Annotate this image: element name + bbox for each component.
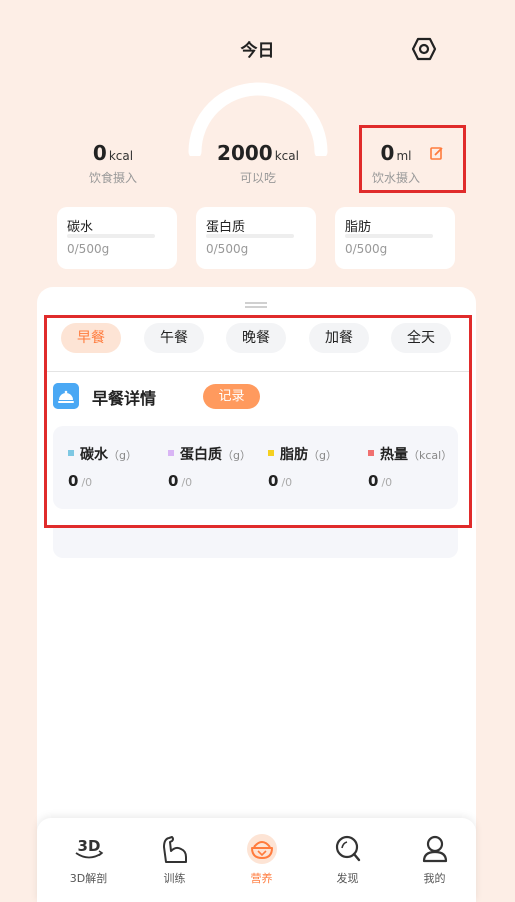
nutrient-fat: 脂肪（g） 0/0 bbox=[268, 444, 337, 490]
macro-value: 0/500g bbox=[206, 242, 249, 256]
edit-water-icon[interactable] bbox=[430, 146, 444, 160]
macro-name: 脂肪 bbox=[345, 220, 372, 235]
tab-breakfast[interactable]: 早餐 bbox=[61, 323, 121, 353]
nutrient-target: /0 bbox=[381, 476, 393, 489]
nutrient-target: /0 bbox=[81, 476, 93, 489]
nav-label: 我的 bbox=[423, 872, 446, 885]
nav-label: 发现 bbox=[336, 872, 359, 885]
macro-progress-bar bbox=[345, 234, 433, 238]
nutrient-unit: （g） bbox=[222, 449, 251, 462]
macro-value: 0/500g bbox=[345, 242, 388, 256]
nutrient-value: 0 bbox=[168, 472, 179, 490]
protein-color-square bbox=[168, 450, 174, 456]
tab-snack[interactable]: 加餐 bbox=[309, 323, 369, 353]
nutrient-unit: （g） bbox=[308, 449, 337, 462]
flexed-arm-icon bbox=[162, 836, 187, 863]
macro-progress-bar bbox=[67, 234, 155, 238]
remaining-calories-value: 2000 bbox=[217, 141, 273, 165]
water-intake-unit: ml bbox=[396, 149, 412, 163]
food-intake-value: 0 bbox=[92, 141, 107, 165]
nav-item-profile[interactable]: 我的 bbox=[391, 833, 478, 886]
record-button[interactable]: 记录 bbox=[203, 384, 260, 409]
page-title: 今日 bbox=[240, 41, 275, 61]
fat-color-square bbox=[268, 450, 274, 456]
user-profile-icon bbox=[422, 835, 447, 863]
macro-progress-bar bbox=[206, 234, 294, 238]
drag-handle[interactable] bbox=[245, 302, 267, 304]
nutrient-value: 0 bbox=[368, 472, 379, 490]
nutrient-carbs: 碳水（g） 0/0 bbox=[68, 444, 137, 490]
nutrient-unit: （kcal） bbox=[408, 449, 453, 462]
calories-color-square bbox=[368, 450, 374, 456]
nutrient-value: 0 bbox=[68, 472, 79, 490]
water-intake-value: 0 bbox=[380, 141, 395, 165]
nav-item-training[interactable]: 训练 bbox=[131, 833, 218, 886]
tab-dinner[interactable]: 晚餐 bbox=[226, 323, 286, 353]
nav-label: 营养 bbox=[250, 872, 273, 885]
nutrient-calories: 热量（kcal） 0/0 bbox=[368, 444, 452, 490]
meal-detail-title: 早餐详情 bbox=[92, 389, 157, 408]
food-list-placeholder bbox=[53, 528, 458, 558]
remaining-calories-unit: kcal bbox=[274, 149, 299, 163]
water-intake-stat[interactable]: 0 ml 饮水摄入 bbox=[356, 141, 436, 186]
food-intake-label: 饮食摄入 bbox=[88, 171, 137, 185]
macro-name: 蛋白质 bbox=[206, 220, 246, 235]
nav-label: 训练 bbox=[163, 872, 186, 885]
food-bowl-icon bbox=[246, 834, 277, 864]
nav-item-nutrition[interactable]: 营养 bbox=[218, 833, 305, 886]
remaining-calories-label: 可以吃 bbox=[239, 171, 276, 185]
nutrient-unit: （g） bbox=[108, 449, 137, 462]
nutrient-name: 蛋白质 bbox=[180, 447, 222, 463]
nutrient-name: 热量 bbox=[380, 447, 408, 463]
nav-item-discover[interactable]: 发现 bbox=[304, 833, 391, 886]
food-cloche-icon bbox=[53, 383, 79, 409]
macro-name: 碳水 bbox=[67, 220, 94, 235]
nutrient-protein: 蛋白质（g） 0/0 bbox=[168, 444, 251, 490]
macro-card-protein: 蛋白质 0/500g bbox=[196, 207, 316, 269]
tab-divider bbox=[47, 371, 469, 372]
tab-lunch[interactable]: 午餐 bbox=[144, 323, 204, 353]
carbs-color-square bbox=[68, 450, 74, 456]
nutrient-name: 脂肪 bbox=[280, 447, 308, 463]
settings-hexagon-icon[interactable] bbox=[411, 36, 437, 62]
nutrient-name: 碳水 bbox=[80, 447, 108, 463]
3d-anatomy-icon: 3D bbox=[74, 837, 103, 859]
svg-text:3D: 3D bbox=[77, 837, 100, 855]
discover-search-icon bbox=[335, 835, 360, 862]
macro-value: 0/500g bbox=[67, 242, 110, 256]
food-intake-unit: kcal bbox=[108, 149, 134, 163]
remaining-calories-stat: 2000 kcal 可以吃 bbox=[199, 141, 317, 186]
tab-whole-day[interactable]: 全天 bbox=[391, 323, 451, 353]
nav-label: 3D解剖 bbox=[69, 872, 108, 885]
nutrient-value: 0 bbox=[268, 472, 279, 490]
macro-card-carbs: 碳水 0/500g bbox=[57, 207, 177, 269]
nutrient-target: /0 bbox=[281, 476, 293, 489]
water-intake-label: 饮水摄入 bbox=[371, 171, 420, 185]
nav-item-3d-anatomy[interactable]: 3D 3D解剖 bbox=[45, 833, 132, 886]
macro-card-fat: 脂肪 0/500g bbox=[335, 207, 455, 269]
food-intake-stat: 0 kcal 饮食摄入 bbox=[63, 141, 163, 186]
nutrient-target: /0 bbox=[181, 476, 193, 489]
